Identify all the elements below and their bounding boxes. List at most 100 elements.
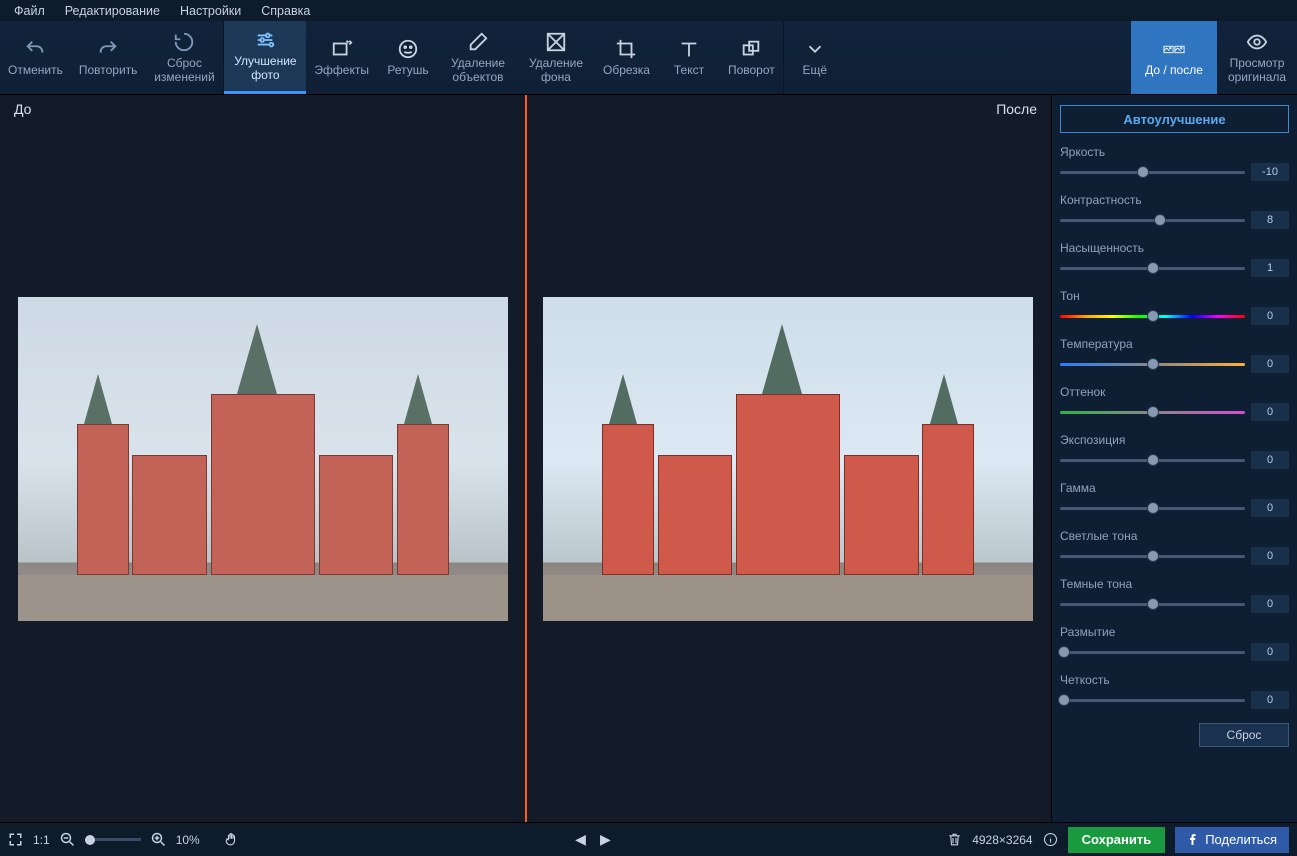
slider-track[interactable]: [1060, 603, 1245, 606]
slider-track[interactable]: [1060, 315, 1245, 318]
slider-thumb[interactable]: [1137, 166, 1149, 178]
slider-value: 0: [1251, 403, 1289, 421]
zoom-slider[interactable]: [85, 838, 141, 841]
auto-enhance-button[interactable]: Автоулучшение: [1060, 105, 1289, 133]
slider-track[interactable]: [1060, 363, 1245, 366]
slider-track[interactable]: [1060, 219, 1245, 222]
image-dimensions: 4928×3264: [972, 833, 1032, 847]
slider-thumb[interactable]: [1147, 262, 1159, 274]
slider-track[interactable]: [1060, 267, 1245, 270]
remove-bg-tab[interactable]: Удаление фона: [517, 21, 595, 94]
prev-image-button[interactable]: ◀: [575, 831, 586, 848]
slider-Размытие: Размытие0: [1060, 625, 1289, 661]
crop-tab[interactable]: Обрезка: [595, 21, 658, 94]
slider-value: 0: [1251, 451, 1289, 469]
text-label: Текст: [674, 64, 704, 78]
effects-icon: [331, 38, 353, 60]
hand-tool-icon[interactable]: [224, 832, 239, 847]
menu-help[interactable]: Справка: [253, 2, 318, 20]
bg-remove-icon: [545, 31, 567, 53]
slider-thumb[interactable]: [1147, 358, 1159, 370]
status-bar: 1:1 10% ◀ ▶ 4928×3264 Сохранить Поделить…: [0, 822, 1297, 856]
effects-tab[interactable]: Эффекты: [306, 21, 377, 94]
zoom-out-icon[interactable]: [60, 832, 75, 847]
text-tab[interactable]: Текст: [658, 21, 720, 94]
slider-track[interactable]: [1060, 171, 1245, 174]
remove-objects-tab[interactable]: Удаление объектов: [439, 21, 517, 94]
remove-obj-label: Удаление объектов: [451, 57, 505, 85]
menu-settings[interactable]: Настройки: [172, 2, 249, 20]
slider-thumb[interactable]: [1147, 454, 1159, 466]
slider-Температура: Температура0: [1060, 337, 1289, 373]
slider-Насыщенность: Насыщенность1: [1060, 241, 1289, 277]
slider-track[interactable]: [1060, 459, 1245, 462]
slider-label: Темные тона: [1060, 577, 1289, 591]
rotate-icon: [740, 38, 762, 60]
compare-divider[interactable]: [525, 95, 527, 822]
slider-Оттенок: Оттенок0: [1060, 385, 1289, 421]
share-button[interactable]: Поделиться: [1175, 827, 1289, 853]
slider-label: Четкость: [1060, 673, 1289, 687]
slider-Экспозиция: Экспозиция 0: [1060, 433, 1289, 469]
undo-button[interactable]: Отменить: [0, 21, 71, 94]
menu-bar: Файл Редактирование Настройки Справка: [0, 0, 1297, 21]
slider-thumb[interactable]: [1147, 406, 1159, 418]
slider-label: Экспозиция: [1060, 433, 1289, 447]
next-image-button[interactable]: ▶: [600, 831, 611, 848]
slider-value: 0: [1251, 547, 1289, 565]
slider-label: Светлые тона: [1060, 529, 1289, 543]
zoom-value: 10%: [176, 833, 200, 847]
menu-file[interactable]: Файл: [6, 2, 53, 20]
fullscreen-icon[interactable]: [8, 832, 23, 847]
enhance-tab[interactable]: Улучшение фото: [224, 21, 306, 94]
menu-edit[interactable]: Редактирование: [57, 2, 168, 20]
canvas[interactable]: До После: [0, 95, 1051, 822]
eye-icon: [1246, 31, 1268, 53]
slider-thumb[interactable]: [1154, 214, 1166, 226]
slider-thumb[interactable]: [1147, 502, 1159, 514]
before-after-label: До / после: [1145, 64, 1203, 78]
slider-track[interactable]: [1060, 651, 1245, 654]
slider-Контрастность: Контрастность8: [1060, 193, 1289, 229]
reset-sliders-button[interactable]: Сброс: [1199, 723, 1289, 747]
zoom-in-icon[interactable]: [151, 832, 166, 847]
slider-track[interactable]: [1060, 699, 1245, 702]
slider-value: 0: [1251, 691, 1289, 709]
reset-changes-button[interactable]: Сброс изменений: [145, 21, 223, 94]
slider-thumb[interactable]: [1147, 550, 1159, 562]
slider-thumb[interactable]: [1058, 694, 1070, 706]
image-before: [18, 297, 508, 621]
slider-thumb[interactable]: [1147, 598, 1159, 610]
slider-thumb[interactable]: [1058, 646, 1070, 658]
info-icon[interactable]: [1043, 832, 1058, 847]
retouch-tab[interactable]: Ретушь: [377, 21, 439, 94]
slider-value: 8: [1251, 211, 1289, 229]
image-after: [543, 297, 1033, 621]
remove-bg-label: Удаление фона: [529, 57, 583, 85]
rotate-tab[interactable]: Поворот: [720, 21, 783, 94]
slider-label: Размытие: [1060, 625, 1289, 639]
effects-label: Эффекты: [314, 64, 369, 78]
more-button[interactable]: Ещё: [784, 21, 846, 94]
slider-label: Тон: [1060, 289, 1289, 303]
slider-track[interactable]: [1060, 507, 1245, 510]
slider-value: 0: [1251, 355, 1289, 373]
redo-button[interactable]: Повторить: [71, 21, 146, 94]
redo-icon: [97, 38, 119, 60]
slider-label: Гамма: [1060, 481, 1289, 495]
slider-Темные тона: Темные тона 0: [1060, 577, 1289, 613]
view-original-button[interactable]: Просмотр оригинала: [1217, 21, 1297, 94]
slider-value: 0: [1251, 595, 1289, 613]
text-icon: [678, 38, 700, 60]
fit-label[interactable]: 1:1: [33, 833, 50, 847]
share-label: Поделиться: [1205, 832, 1277, 847]
slider-Четкость: Четкость 0: [1060, 673, 1289, 709]
slider-thumb[interactable]: [1147, 310, 1159, 322]
more-label: Ещё: [802, 64, 827, 78]
before-after-toggle[interactable]: До / после: [1131, 21, 1217, 94]
undo-icon: [24, 38, 46, 60]
slider-track[interactable]: [1060, 555, 1245, 558]
save-button[interactable]: Сохранить: [1068, 827, 1166, 853]
trash-icon[interactable]: [947, 832, 962, 847]
slider-track[interactable]: [1060, 411, 1245, 414]
